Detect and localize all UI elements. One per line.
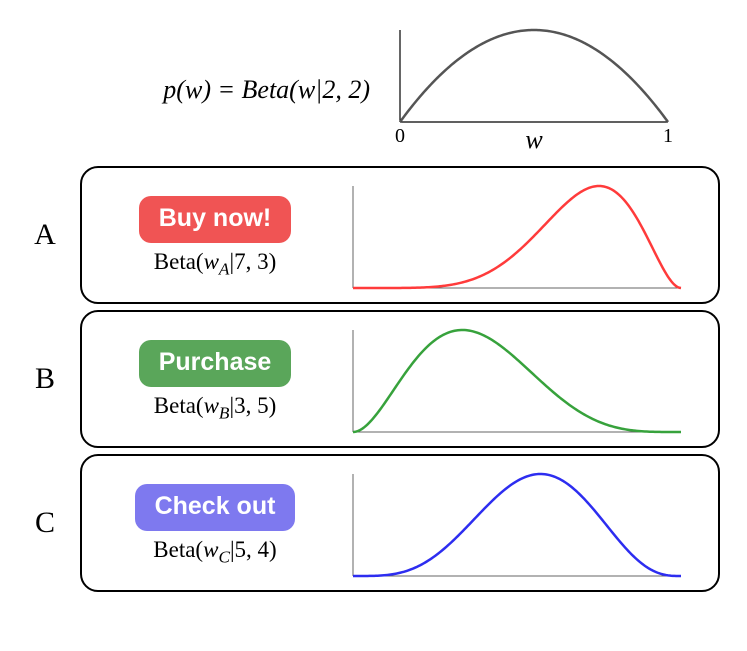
cta-button-a[interactable]: Buy now! [139,196,292,243]
variant-letter-a: A [20,166,80,304]
variant-card-b: Purchase Beta(wB|3, 5) [80,310,720,448]
variant-row-a: A Buy now! Beta(wA|7, 3) [20,166,720,304]
diagram-root: p(w) = Beta(w|2, 2) 0 1 w A Buy now! Beta(… [20,20,720,592]
variant-card-c: Check out Beta(wC|5, 4) [80,454,720,592]
variant-formula-b: Beta(wB|3, 5) [154,393,276,424]
prior-density-plot: 0 1 w [382,20,672,160]
variant-density-plot-b [330,322,700,442]
prior-xaxis-label: w [525,125,543,154]
cta-button-b[interactable]: Purchase [139,340,292,387]
prior-row: p(w) = Beta(w|2, 2) 0 1 w [20,20,720,160]
cta-button-c[interactable]: Check out [135,484,296,531]
variant-formula-c: Beta(wC|5, 4) [153,537,276,568]
variant-letter-b: B [20,310,80,448]
variant-row-c: C Check out Beta(wC|5, 4) [20,454,720,592]
variant-row-b: B Purchase Beta(wB|3, 5) [20,310,720,448]
variant-left-c: Check out Beta(wC|5, 4) [100,466,330,586]
variant-density-plot-a [330,178,700,298]
variant-left-b: Purchase Beta(wB|3, 5) [100,322,330,442]
prior-tick-0: 0 [395,125,405,147]
variant-left-a: Buy now! Beta(wA|7, 3) [100,178,330,298]
prior-formula: p(w) = Beta(w|2, 2) [90,75,382,105]
variant-letter-c: C [20,454,80,592]
variant-card-a: Buy now! Beta(wA|7, 3) [80,166,720,304]
variant-formula-a: Beta(wA|7, 3) [154,249,276,280]
variant-density-plot-c [330,466,700,586]
prior-tick-1: 1 [663,125,672,147]
